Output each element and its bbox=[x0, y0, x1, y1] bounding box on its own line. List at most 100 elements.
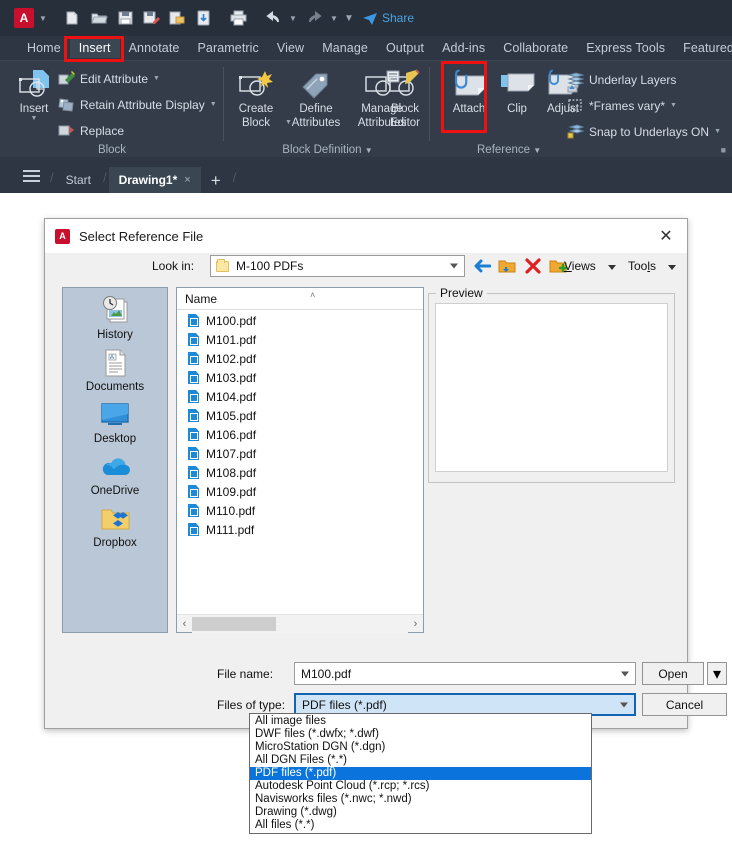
retain-attribute-display-caret-icon[interactable]: ▼ bbox=[210, 101, 217, 108]
chevron-down-icon[interactable] bbox=[620, 702, 628, 707]
list-item[interactable]: M103.pdf bbox=[177, 368, 423, 387]
block-editor-button[interactable]: Block Editor bbox=[379, 69, 431, 129]
close-icon[interactable]: × bbox=[184, 174, 190, 186]
customize-qat-icon[interactable]: ▼ bbox=[343, 9, 355, 27]
create-block-button[interactable]: Create Block bbox=[230, 69, 282, 129]
open-folder-icon[interactable] bbox=[88, 7, 110, 29]
frames-vary-caret-icon[interactable]: ▼ bbox=[670, 102, 677, 109]
places-bar: History A Documents Desktop OneDrive Dro… bbox=[62, 287, 168, 633]
tab-add-ins[interactable]: Add-ins bbox=[433, 38, 494, 58]
red-x-icon[interactable] bbox=[524, 258, 542, 274]
underlay-layers-button[interactable]: Underlay Layers bbox=[567, 72, 676, 87]
scrollbar-thumb[interactable] bbox=[192, 616, 276, 631]
redo-arrow-icon[interactable] bbox=[303, 7, 325, 29]
dropdown-option-pdf-files[interactable]: PDF files (*.pdf) bbox=[250, 767, 591, 780]
list-item[interactable]: M101.pdf bbox=[177, 330, 423, 349]
doc-tab-drawing1[interactable]: Drawing1* × bbox=[108, 167, 201, 193]
undo-dropdown-icon[interactable]: ▼ bbox=[287, 9, 299, 27]
list-item[interactable]: M111.pdf bbox=[177, 520, 423, 539]
new-tab-button[interactable]: + bbox=[201, 171, 231, 193]
open-button[interactable]: Open bbox=[642, 662, 704, 685]
panel-expand-icon[interactable]: ■ bbox=[721, 145, 726, 155]
dropdown-option-dwf-files[interactable]: DWF files (*.dwfx; *.dwf) bbox=[250, 728, 591, 741]
list-item[interactable]: M100.pdf bbox=[177, 311, 423, 330]
list-item[interactable]: M108.pdf bbox=[177, 463, 423, 482]
tab-collaborate[interactable]: Collaborate bbox=[494, 38, 577, 58]
dropdown-option-all-dgn-files[interactable]: All DGN Files (*.*) bbox=[250, 754, 591, 767]
doc-tab-start[interactable]: Start bbox=[56, 167, 101, 193]
file-list-header[interactable]: Name bbox=[177, 288, 423, 310]
tab-parametric[interactable]: Parametric bbox=[188, 38, 267, 58]
list-item[interactable]: M110.pdf bbox=[177, 501, 423, 520]
place-desktop[interactable]: Desktop bbox=[63, 398, 167, 445]
autocad-logo-icon[interactable]: A bbox=[14, 8, 34, 28]
list-item[interactable]: M109.pdf bbox=[177, 482, 423, 501]
cloud-open-icon[interactable] bbox=[192, 7, 214, 29]
retain-attribute-display-button[interactable]: Retain Attribute Display ▼ bbox=[58, 97, 217, 112]
cancel-button[interactable]: Cancel bbox=[642, 693, 727, 716]
retain-attribute-display-label: Retain Attribute Display bbox=[80, 97, 205, 112]
dropdown-option-all-image-files[interactable]: All image files bbox=[250, 715, 591, 728]
list-item[interactable]: M107.pdf bbox=[177, 444, 423, 463]
place-onedrive[interactable]: OneDrive bbox=[63, 450, 167, 497]
back-arrow-icon[interactable] bbox=[473, 258, 492, 274]
redo-dropdown-icon[interactable]: ▼ bbox=[328, 9, 340, 27]
save-disk-icon[interactable] bbox=[114, 7, 136, 29]
clip-button[interactable]: Clip bbox=[491, 69, 543, 115]
panel-reference-caret-icon[interactable]: ▼ bbox=[533, 146, 541, 155]
save-as-icon[interactable] bbox=[140, 7, 162, 29]
look-in-combobox[interactable]: M-100 PDFs bbox=[210, 255, 465, 277]
scroll-left-icon[interactable]: ‹ bbox=[177, 618, 192, 630]
open-split-button[interactable]: ▾ bbox=[707, 662, 727, 685]
cloud-save-icon[interactable] bbox=[166, 7, 188, 29]
share-button[interactable]: Share bbox=[362, 11, 414, 26]
list-item[interactable]: M104.pdf bbox=[177, 387, 423, 406]
up-folder-icon[interactable] bbox=[498, 258, 516, 274]
printer-icon[interactable] bbox=[227, 7, 249, 29]
dropdown-option-navisworks-files[interactable]: Navisworks files (*.nwc; *.nwd) bbox=[250, 793, 591, 806]
insert-block-caret-icon[interactable]: ▼ bbox=[31, 115, 38, 122]
views-menu-button[interactable]: Views bbox=[564, 259, 596, 273]
tools-menu-button[interactable]: Tools bbox=[628, 259, 656, 273]
dialog-close-button[interactable]: ✕ bbox=[645, 219, 687, 253]
place-dropbox[interactable]: Dropbox bbox=[63, 502, 167, 549]
place-documents[interactable]: A Documents bbox=[63, 346, 167, 393]
snap-to-underlays-button[interactable]: Snap to Underlays ON ▼ bbox=[567, 124, 721, 139]
file-name-input[interactable]: M100.pdf bbox=[294, 662, 636, 685]
dropdown-option-point-cloud[interactable]: Autodesk Point Cloud (*.rcp; *.rcs) bbox=[250, 780, 591, 793]
list-item[interactable]: M105.pdf bbox=[177, 406, 423, 425]
snap-to-underlays-caret-icon[interactable]: ▼ bbox=[714, 128, 721, 135]
tab-home[interactable]: Home bbox=[18, 38, 70, 58]
tab-express-tools[interactable]: Express Tools bbox=[577, 38, 674, 58]
undo-arrow-icon[interactable] bbox=[262, 7, 284, 29]
edit-attribute-button[interactable]: Edit Attribute ▼ bbox=[58, 71, 160, 86]
tab-annotate[interactable]: Annotate bbox=[120, 38, 189, 58]
tab-manage[interactable]: Manage bbox=[313, 38, 377, 58]
replace-button[interactable]: Replace bbox=[58, 123, 124, 138]
horizontal-scrollbar[interactable]: ‹ › bbox=[177, 614, 423, 633]
tab-view[interactable]: View bbox=[268, 38, 313, 58]
list-item[interactable]: M102.pdf bbox=[177, 349, 423, 368]
qat-dropdown-icon[interactable]: ▼ bbox=[37, 9, 49, 27]
hamburger-menu-icon[interactable] bbox=[14, 162, 48, 190]
insert-block-button[interactable]: Insert ▼ bbox=[8, 69, 60, 122]
dropdown-option-drawing-dwg[interactable]: Drawing (*.dwg) bbox=[250, 806, 591, 819]
list-item[interactable]: M106.pdf bbox=[177, 425, 423, 444]
edit-attribute-caret-icon[interactable]: ▼ bbox=[153, 75, 160, 82]
tab-insert[interactable]: Insert bbox=[69, 38, 120, 58]
frames-vary-button[interactable]: (x) *Frames vary* ▼ bbox=[567, 98, 677, 113]
scroll-right-icon[interactable]: › bbox=[408, 618, 423, 630]
files-of-type-dropdown-list[interactable]: All image files DWF files (*.dwfx; *.dwf… bbox=[249, 713, 592, 834]
place-history[interactable]: History bbox=[63, 294, 167, 341]
attach-button[interactable]: Attach bbox=[443, 69, 495, 115]
tools-chevron-down-icon[interactable] bbox=[668, 265, 676, 270]
chevron-down-icon[interactable] bbox=[621, 671, 629, 676]
underlay-layers-icon bbox=[567, 72, 584, 86]
dropdown-option-all-files[interactable]: All files (*.*) bbox=[250, 819, 591, 832]
new-file-icon[interactable] bbox=[62, 7, 84, 29]
scrollbar-track[interactable] bbox=[192, 614, 408, 633]
dropdown-option-microstation-dgn[interactable]: MicroStation DGN (*.dgn) bbox=[250, 741, 591, 754]
views-chevron-down-icon[interactable] bbox=[608, 265, 616, 270]
chevron-down-icon[interactable] bbox=[450, 263, 458, 269]
tab-output[interactable]: Output bbox=[377, 38, 433, 58]
